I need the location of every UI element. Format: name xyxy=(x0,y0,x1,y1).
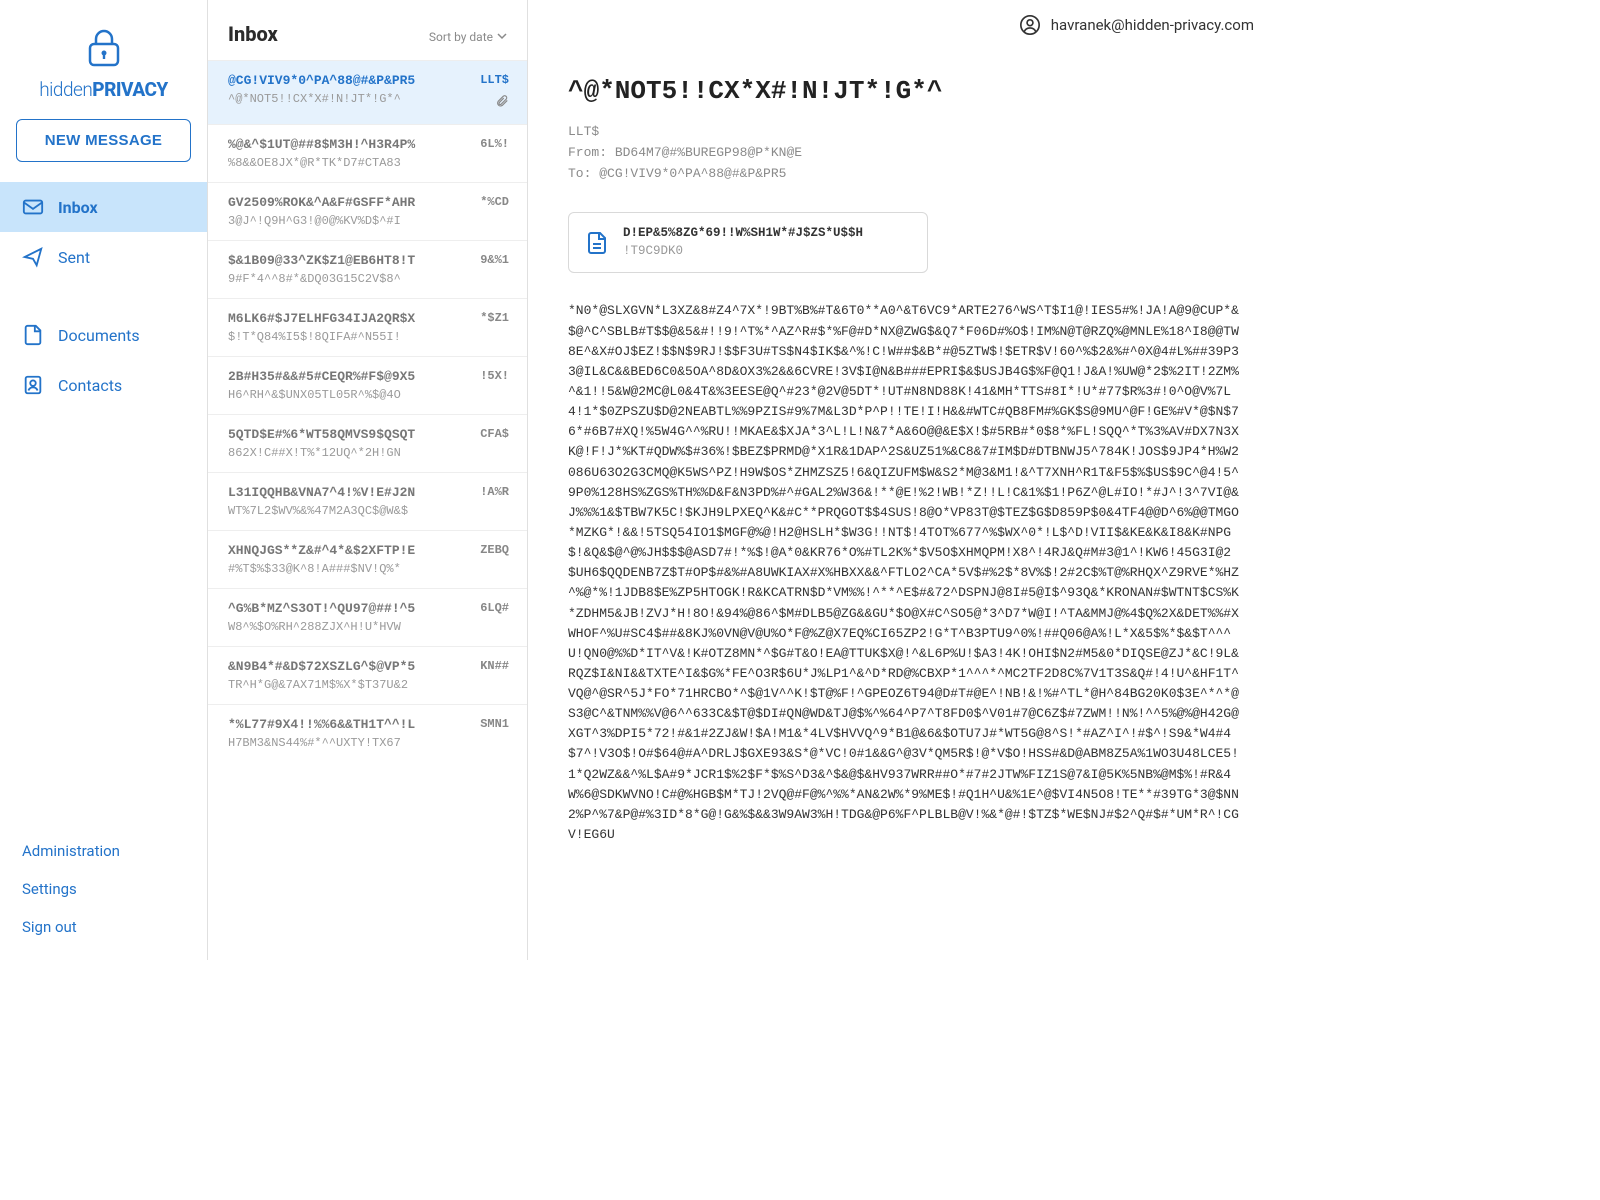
email-item-to: %@&^$1UT@##8$M3H!^H3R4P% xyxy=(228,137,470,152)
list-header: Inbox Sort by date xyxy=(208,0,527,60)
email-item-to: M6LK6#$J7ELHFG34IJA2QR$X xyxy=(228,311,470,326)
message-to: @CG!VIV9*0^PA^88@#&P&PR5 xyxy=(599,166,786,181)
email-item[interactable]: M6LK6#$J7ELHFG34IJA2QR$X $!T*Q84%I5$!8QIF… xyxy=(208,298,527,356)
nav-label: Sent xyxy=(58,248,90,267)
email-item-to: L31IQQHB&VNA7^4!%V!E#J2N xyxy=(228,485,470,500)
brand: hiddenPRIVACY xyxy=(0,0,207,119)
email-item-date: 6LQ# xyxy=(480,601,509,615)
file-icon xyxy=(585,231,609,255)
email-item[interactable]: ^G%B*MZ^S3OT!^QU97@##!^5 W8^%$O%RH^288ZJX… xyxy=(208,588,527,646)
email-item-to: 5QTD$E#%6*WT58QMVS9$QSQT xyxy=(228,427,470,442)
email-item-date: LLT$ xyxy=(480,73,509,87)
email-item-subject: ^@*NOT5!!CX*X#!N!JT*!G*^ xyxy=(228,92,470,106)
user-icon xyxy=(1019,14,1041,36)
nav-label: Inbox xyxy=(58,198,98,217)
message-from-label: From: xyxy=(568,145,607,160)
nav: Inbox Sent Documents xyxy=(0,182,207,410)
email-item[interactable]: &N9B4*#&D$72XSZLG^$@VP*5 TR^H*G@&7AX71M$%… xyxy=(208,646,527,704)
email-item-date: 6L%! xyxy=(480,137,509,151)
email-item-date: 9&%1 xyxy=(480,253,509,267)
paperclip-icon xyxy=(495,93,509,112)
email-item[interactable]: *%L77#9X4!!%%6&&TH1T^^!L H7BM3&NS44%#*^^U… xyxy=(208,704,527,762)
message-subject: ^@*NOT5!!CX*X#!N!JT*!G*^ xyxy=(568,76,1240,106)
sidebar-item-documents[interactable]: Documents xyxy=(0,310,207,360)
email-item[interactable]: %@&^$1UT@##8$M3H!^H3R4P% %8&&OE8JX*@R*TK*… xyxy=(208,124,527,182)
email-item-date: ZEBQ xyxy=(480,543,509,557)
reading-pane: havranek@hidden-privacy.com ^@*NOT5!!CX*… xyxy=(528,0,1280,960)
email-item-to: *%L77#9X4!!%%6&&TH1T^^!L xyxy=(228,717,470,732)
sent-icon xyxy=(22,246,44,268)
sidebar-item-inbox[interactable]: Inbox xyxy=(0,182,207,232)
email-item-to: ^G%B*MZ^S3OT!^QU97@##!^5 xyxy=(228,601,470,616)
email-item-subject: %8&&OE8JX*@R*TK*D7#CTA83 xyxy=(228,156,470,170)
sort-by-dropdown[interactable]: Sort by date xyxy=(429,30,507,44)
attachment-size: !T9C9DK0 xyxy=(623,243,863,261)
email-item[interactable]: $&1B09@33^ZK$Z1@EB6HT8!T 9#F*4^^8#*&DQ03G… xyxy=(208,240,527,298)
email-item[interactable]: XHNQJGS**Z&#^4*&$2XFTP!E #%T$%$33@K^8!A##… xyxy=(208,530,527,588)
nav-label: Documents xyxy=(58,326,140,345)
email-item-subject: 3@J^!Q9H^G3!@0@%KV%D$^#I xyxy=(228,214,470,228)
footer-link-administration[interactable]: Administration xyxy=(22,842,185,860)
email-item-date: SMN1 xyxy=(480,717,509,731)
email-item-date: KN## xyxy=(480,659,509,673)
email-item-to: XHNQJGS**Z&#^4*&$2XFTP!E xyxy=(228,543,470,558)
email-item-subject: $!T*Q84%I5$!8QIFA#^N55I! xyxy=(228,330,470,344)
message-body: *N0*@SLXGVN*L3XZ&8#Z4^7X*!9BT%B%#T&6T0**… xyxy=(568,301,1240,960)
message-header: ^@*NOT5!!CX*X#!N!JT*!G*^ LLT$ From: BD64… xyxy=(528,36,1280,202)
sidebar-footer: Administration Settings Sign out xyxy=(0,842,207,960)
sidebar-item-contacts[interactable]: Contacts xyxy=(0,360,207,410)
list-title: Inbox xyxy=(228,22,278,46)
email-item-subject: W8^%$O%RH^288ZJX^H!U*HVW xyxy=(228,620,470,634)
email-item-subject: H7BM3&NS44%#*^^UXTY!TX67 xyxy=(228,736,470,750)
email-item-date: *$Z1 xyxy=(480,311,509,325)
email-item[interactable]: GV2509%ROK&^A&F#GSFF*AHR 3@J^!Q9H^G3!@0@%… xyxy=(208,182,527,240)
nav-label: Contacts xyxy=(58,376,122,395)
email-item[interactable]: @CG!VIV9*0^PA^88@#&P&PR5 ^@*NOT5!!CX*X#!N… xyxy=(208,60,527,124)
footer-link-signout[interactable]: Sign out xyxy=(22,918,185,936)
email-item[interactable]: L31IQQHB&VNA7^4!%V!E#J2N WT%7L2$WV%&%47M2… xyxy=(208,472,527,530)
brand-name: hiddenPRIVACY xyxy=(0,78,207,101)
email-item[interactable]: 2B#H35#&&#5#CEQR%#F$@9X5 H6^RH^&$UNX05TL0… xyxy=(208,356,527,414)
email-item-subject: H6^RH^&$UNX05TL05R^%$@4O xyxy=(228,388,470,402)
message-meta: LLT$ From: BD64M7@#%BUREGP98@P*KN@E To: … xyxy=(568,122,1240,184)
email-item-date: CFA$ xyxy=(480,427,509,441)
documents-icon xyxy=(22,324,44,346)
footer-link-settings[interactable]: Settings xyxy=(22,880,185,898)
sidebar: hiddenPRIVACY NEW MESSAGE Inbox xyxy=(0,0,208,960)
email-item-date: !A%R xyxy=(480,485,509,499)
attachment-name: D!EP&5%8ZG*69!!W%SH1W*#J$ZS*U$$H xyxy=(623,225,863,243)
attachment-info: D!EP&5%8ZG*69!!W%SH1W*#J$ZS*U$$H !T9C9DK… xyxy=(623,225,863,260)
email-item-subject: 9#F*4^^8#*&DQ03G15C2V$8^ xyxy=(228,272,470,286)
email-list[interactable]: @CG!VIV9*0^PA^88@#&P&PR5 ^@*NOT5!!CX*X#!N… xyxy=(208,60,527,960)
message-to-label: To: xyxy=(568,166,591,181)
message-from: BD64M7@#%BUREGP98@P*KN@E xyxy=(615,145,802,160)
message-date: LLT$ xyxy=(568,122,1240,143)
email-item[interactable]: 5QTD$E#%6*WT58QMVS9$QSQT 862X!C##X!T%*12U… xyxy=(208,414,527,472)
sort-label: Sort by date xyxy=(429,30,493,44)
email-item-subject: TR^H*G@&7AX71M$%X*$T37U&2 xyxy=(228,678,470,692)
inbox-icon xyxy=(22,196,44,218)
email-item-subject: #%T$%$33@K^8!A###$NV!Q%* xyxy=(228,562,470,576)
top-bar: havranek@hidden-privacy.com xyxy=(528,0,1280,36)
user-email: havranek@hidden-privacy.com xyxy=(1051,16,1254,34)
contacts-icon xyxy=(22,374,44,396)
attachment[interactable]: D!EP&5%8ZG*69!!W%SH1W*#J$ZS*U$$H !T9C9DK… xyxy=(568,212,928,273)
email-item-to: @CG!VIV9*0^PA^88@#&P&PR5 xyxy=(228,73,470,88)
sidebar-item-sent[interactable]: Sent xyxy=(0,232,207,282)
email-item-to: GV2509%ROK&^A&F#GSFF*AHR xyxy=(228,195,470,210)
email-item-subject: WT%7L2$WV%&%47M2A3QC$@W&$ xyxy=(228,504,470,518)
new-message-button[interactable]: NEW MESSAGE xyxy=(16,119,191,162)
email-item-to: &N9B4*#&D$72XSZLG^$@VP*5 xyxy=(228,659,470,674)
email-item-date: !5X! xyxy=(480,369,509,383)
email-list-pane: Inbox Sort by date @CG!VIV9*0^PA^88@#&P&… xyxy=(208,0,528,960)
email-item-subject: 862X!C##X!T%*12UQ^*2H!GN xyxy=(228,446,470,460)
email-item-date: *%CD xyxy=(480,195,509,209)
chevron-down-icon xyxy=(497,30,507,44)
email-item-to: 2B#H35#&&#5#CEQR%#F$@9X5 xyxy=(228,369,470,384)
email-item-to: $&1B09@33^ZK$Z1@EB6HT8!T xyxy=(228,253,470,268)
lock-icon xyxy=(87,28,121,72)
